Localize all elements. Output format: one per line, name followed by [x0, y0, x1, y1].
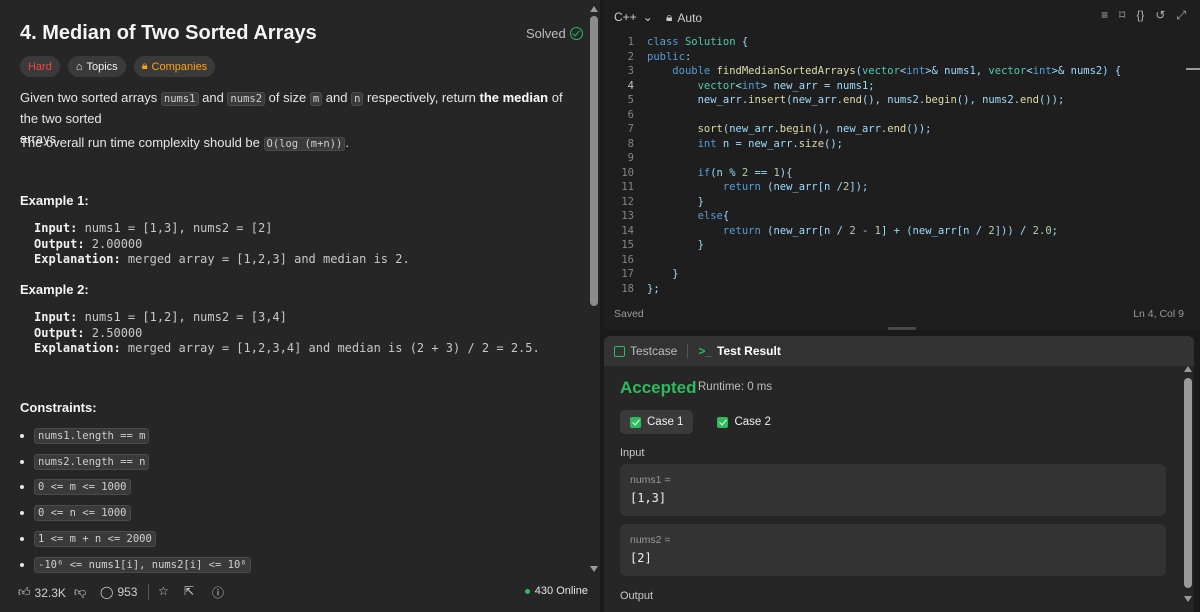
result-tabs: Testcase >_ Test Result: [604, 336, 1194, 366]
online-indicator: 430 Online: [524, 585, 588, 597]
divider: [148, 584, 149, 600]
solved-label: Solved: [526, 26, 566, 41]
like-button[interactable]: 👍︎ 32.3K: [18, 585, 66, 600]
reset-icon[interactable]: ↺: [1155, 8, 1165, 23]
like-count: 32.3K: [34, 585, 66, 600]
language-select[interactable]: C++ ⌄: [614, 10, 653, 24]
problem-panel: 4. Median of Two Sorted Arrays Solved Ha…: [0, 0, 600, 612]
constraint-item: nums2.length == n: [20, 454, 420, 470]
share-button[interactable]: ⇱: [184, 584, 194, 598]
test-result-panel: Testcase >_ Test Result Accepted Runtime:…: [604, 336, 1194, 612]
input-var-box: nums1 = [1,3]: [620, 464, 1166, 516]
help-icon: ⓘ: [212, 586, 225, 600]
share-icon: ⇱: [184, 584, 195, 598]
cursor-position: Ln 4, Col 9: [1133, 308, 1184, 320]
example1-block: Input: nums1 = [1,3], nums2 = [2] Output…: [34, 221, 410, 266]
chevron-down-icon: ⌄: [642, 10, 653, 24]
topics-label: Topics: [86, 60, 118, 73]
editor-toolbar: C++ ⌄ 🔒︎ Auto ≡ ⌑ {} ↺ ⤢: [604, 0, 1200, 34]
complexity-note: The overall run time complexity should b…: [20, 135, 349, 151]
companies-button[interactable]: 🔒︎ Companies: [133, 56, 216, 77]
example2-title: Example 2:: [20, 282, 89, 297]
problem-title: 4. Median of Two Sorted Arrays: [20, 22, 317, 44]
comments-button[interactable]: ◯ 953: [100, 585, 137, 599]
example2-block: Input: nums1 = [1,2], nums2 = [3,4] Outp…: [34, 310, 540, 355]
problem-tags: Hard ⌂ Topics 🔒︎ Companies: [20, 56, 216, 77]
editor-scroll-marker: [1186, 68, 1200, 70]
output-label: Output: [620, 590, 654, 602]
tab-test-result[interactable]: >_ Test Result: [688, 336, 790, 366]
example1-title: Example 1:: [20, 193, 89, 208]
terminal-icon: >_: [698, 344, 713, 358]
difficulty-label: Hard: [28, 60, 52, 73]
problem-footer: 👍︎ 32.3K 👎︎ ◯ 953 ☆ ⇱ ⓘ 430 Online: [0, 572, 600, 612]
input-label: Input: [620, 447, 645, 459]
lock-icon: 🔒︎: [141, 60, 148, 72]
constraints-title: Constraints:: [20, 400, 97, 415]
var-value: [2]: [630, 551, 652, 565]
check-icon: [630, 416, 641, 428]
auto-mode-button[interactable]: 🔒︎ Auto: [666, 10, 702, 25]
input-var-box: nums2 = [2]: [620, 524, 1166, 576]
online-dot: [524, 588, 530, 594]
companies-label: Companies: [151, 60, 208, 73]
bookmark-icon[interactable]: ⌑: [1119, 8, 1125, 23]
var-value: [1,3]: [630, 491, 667, 505]
case-2-button[interactable]: Case 2: [707, 410, 780, 434]
check-icon: [717, 416, 729, 428]
constraint-item: 1 <= m + n <= 2000: [20, 531, 420, 547]
format-icon[interactable]: ≡: [1101, 8, 1108, 23]
saved-status: Saved: [614, 308, 644, 320]
code-editor-panel: C++ ⌄ 🔒︎ Auto ≡ ⌑ {} ↺ ⤢ 1 class Solution {…: [604, 0, 1200, 330]
check-circle-icon: [569, 27, 583, 40]
feedback-button[interactable]: ⓘ: [212, 584, 224, 601]
editor-actions: ≡ ⌑ {} ↺ ⤢: [1101, 8, 1186, 23]
constraint-item: 0 <= m <= 1000: [20, 479, 420, 495]
case-1-button[interactable]: Case 1: [620, 410, 694, 434]
case-tabs: Case 1 Case 2: [620, 410, 781, 434]
favorite-button[interactable]: ☆: [158, 584, 169, 598]
comment-icon: ◯: [100, 585, 114, 599]
constraint-item: -10⁶ <= nums1[i], nums2[i] <= 10⁶: [20, 557, 420, 573]
topics-button[interactable]: ⌂ Topics: [67, 56, 126, 77]
comment-count: 953: [117, 585, 138, 599]
var-name: nums1 =: [630, 474, 671, 486]
constraint-item: 0 <= n <= 1000: [20, 505, 420, 521]
var-name: nums2 =: [630, 534, 671, 546]
star-icon: ☆: [158, 584, 169, 598]
difficulty-badge: Hard: [20, 56, 60, 77]
constraint-item: nums1.length == m: [20, 428, 420, 444]
online-count: 430 Online: [534, 585, 588, 597]
runtime: Runtime: 0 ms: [698, 381, 773, 393]
dislike-button[interactable]: 👎︎: [74, 585, 86, 600]
panel-resize-handle[interactable]: [888, 327, 916, 330]
braces-icon[interactable]: {}: [1136, 8, 1144, 23]
thumbs-up-icon: 👍︎: [18, 585, 31, 599]
tab-testcase[interactable]: Testcase: [604, 336, 687, 366]
solved-status: Solved: [526, 26, 583, 41]
problem-scrollbar[interactable]: [590, 6, 598, 572]
lock-icon: 🔒︎: [666, 10, 673, 24]
expand-icon[interactable]: ⤢: [1176, 8, 1186, 23]
checkbox-icon: [614, 345, 625, 357]
result-scrollbar[interactable]: [1184, 366, 1192, 602]
thumbs-down-icon: 👎︎: [74, 585, 87, 599]
verdict: Accepted: [620, 378, 697, 397]
tag-icon: ⌂: [75, 60, 83, 73]
